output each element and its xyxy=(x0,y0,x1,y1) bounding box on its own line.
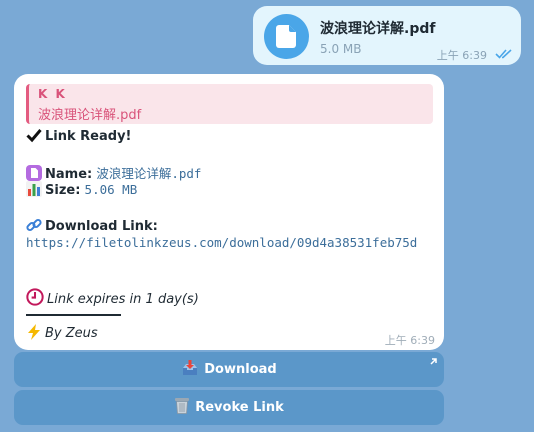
download-button-label: Download xyxy=(204,362,277,377)
message-time: 上午 6:39 xyxy=(384,334,435,347)
download-button[interactable]: Download xyxy=(14,352,444,387)
document-icon xyxy=(26,165,42,181)
size-value: 5.06 MB xyxy=(84,182,138,197)
name-line: Name: 波浪理论详解.pdf xyxy=(26,163,201,182)
message-time: 上午 6:39 xyxy=(436,49,487,62)
revoke-link-button[interactable]: Revoke Link xyxy=(14,390,444,425)
signature-line: By Zeus xyxy=(26,324,98,341)
bar-chart-icon xyxy=(26,181,42,197)
name-value: 波浪理论详解.pdf xyxy=(96,166,202,181)
link-icon xyxy=(26,218,42,232)
expires-line: Link expires in 1 day(s) xyxy=(26,288,199,307)
external-arrow-icon xyxy=(430,358,437,365)
revoke-link-button-label: Revoke Link xyxy=(195,400,284,415)
name-label: Name: xyxy=(45,167,93,182)
status-text: Link Ready! xyxy=(45,129,132,144)
download-link[interactable]: https://filetolinkzeus.com/download/09d4… xyxy=(26,234,436,252)
file-download-button[interactable] xyxy=(264,14,309,59)
file-icon xyxy=(276,25,296,48)
file-size: 5.0 MB xyxy=(320,42,362,56)
clock-icon xyxy=(26,288,44,306)
outgoing-file-message[interactable]: 波浪理论详解.pdf 5.0 MB 上午 6:39 xyxy=(253,6,521,65)
download-line: Download Link: xyxy=(26,217,158,234)
size-line: Size: 5.06 MB xyxy=(26,181,137,198)
file-name: 波浪理论详解.pdf xyxy=(320,21,436,37)
inbox-tray-icon xyxy=(183,360,198,375)
expires-text: Link expires in 1 day(s) xyxy=(47,292,199,307)
divider xyxy=(26,314,121,316)
download-label: Download Link: xyxy=(45,219,158,234)
double-check-icon xyxy=(495,49,512,59)
wastebasket-icon xyxy=(175,398,190,414)
signature-text: By Zeus xyxy=(45,326,98,341)
reply-text: 波浪理论详解.pdf xyxy=(38,108,142,123)
size-label: Size: xyxy=(45,183,81,198)
reply-quote[interactable]: K K 波浪理论详解.pdf xyxy=(26,84,433,124)
status-line: Link Ready! xyxy=(26,127,131,144)
reply-sender: K K xyxy=(38,87,67,101)
incoming-message: K K 波浪理论详解.pdf Link Ready! Name: 波浪理论详解.… xyxy=(14,74,444,350)
lightning-icon xyxy=(28,324,40,340)
check-mark-icon xyxy=(26,129,42,143)
